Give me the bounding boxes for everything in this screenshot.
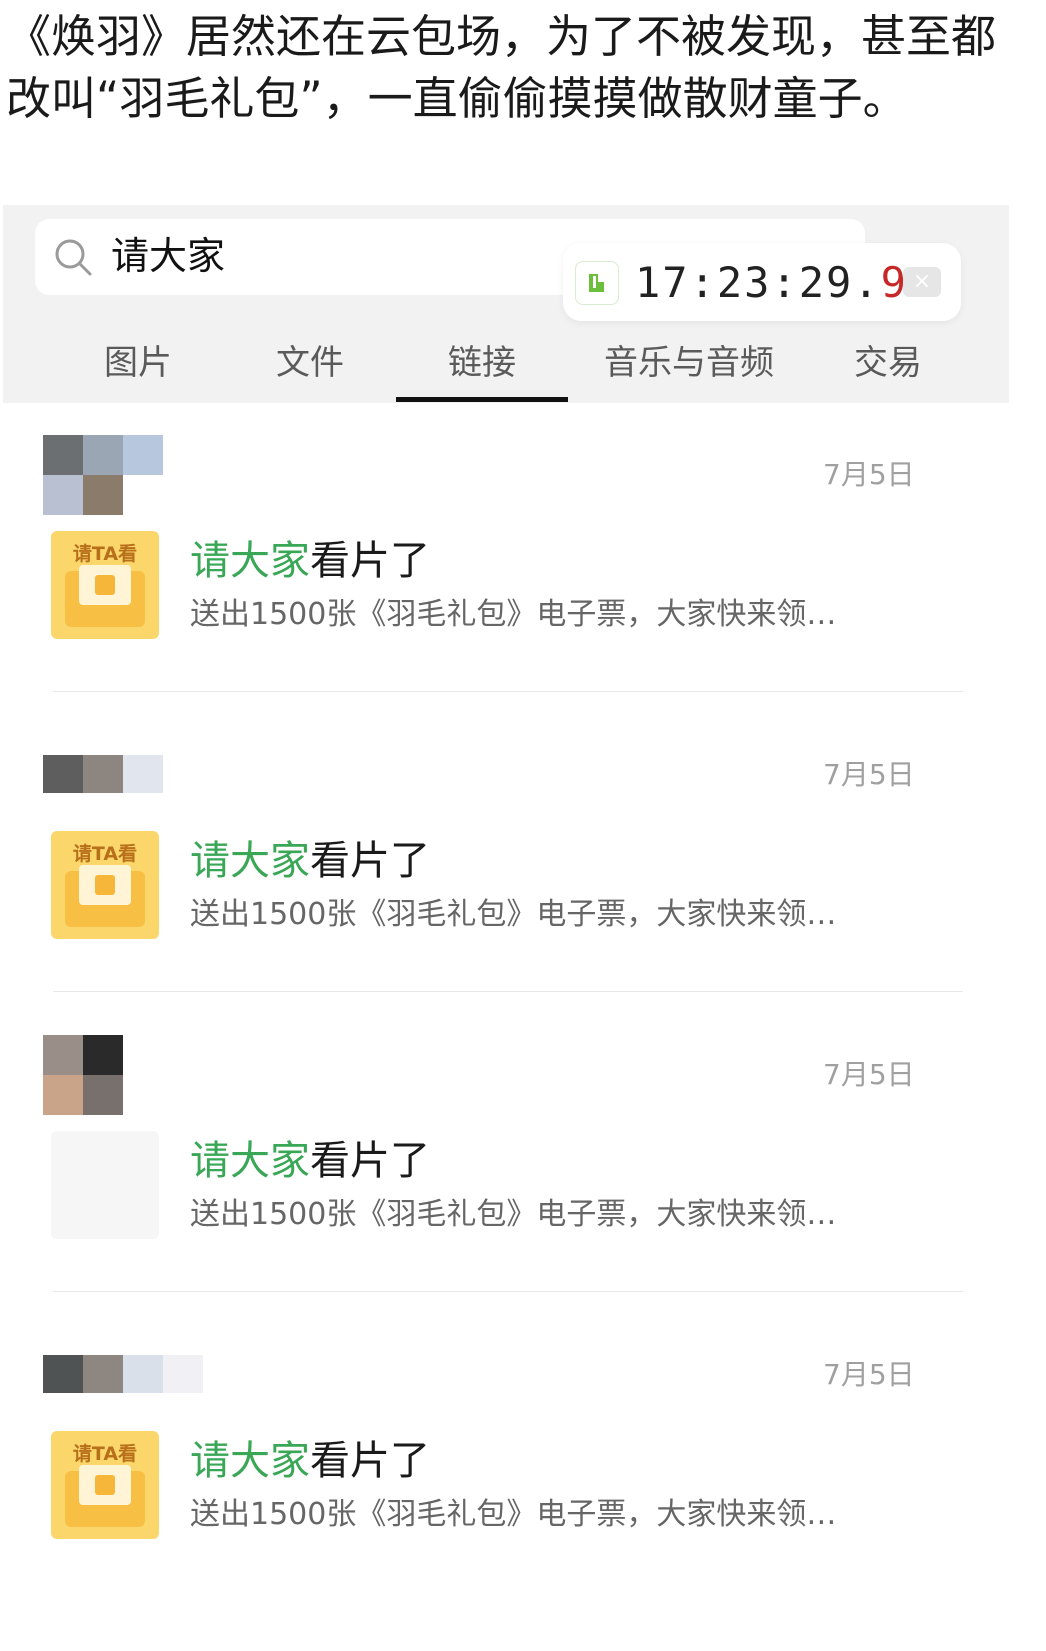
result-title: 请大家看片了 [190,835,430,887]
active-tab-indicator [396,397,568,402]
gift-icon [95,575,115,595]
gift-ticket-thumbnail: 请TA看 [51,531,159,639]
gift-icon [95,875,115,895]
title-highlight: 请大家 [190,1138,310,1184]
timestamp-value: 17:23:29.9 [635,257,908,309]
result-description: 送出1500张《羽毛礼包》电子票，大家快来领… [190,1197,837,1232]
tab-transactions[interactable]: 交易 [833,335,943,385]
list-item[interactable]: 7月5日 请TA看 请大家看片了 送出1500张《羽毛礼包》电子票，大家快来领… [3,403,1009,703]
gift-ticket-thumbnail: 请TA看 [51,831,159,939]
title-rest: 看片了 [310,1138,430,1184]
avatar [43,1335,203,1425]
avatar [43,735,203,825]
title-highlight: 请大家 [190,538,310,584]
title-rest: 看片了 [310,838,430,884]
search-header: 请大家 17:23:29.9 × 图片 文件 链接 音乐与音频 交易 [3,205,1009,403]
result-title: 请大家看片了 [190,1135,430,1187]
tab-files[interactable]: 文件 [245,335,375,385]
result-title: 请大家看片了 [190,535,430,587]
thumbnail-label: 请TA看 [72,543,138,565]
list-item[interactable]: 7月5日 请TA看 请大家看片了 送出1500张《羽毛礼包》电子票，大家快来领… [3,1303,1009,1603]
title-rest: 看片了 [310,1438,430,1484]
overlay-close-button[interactable]: × [903,267,941,297]
search-query: 请大家 [111,234,226,278]
tab-links[interactable]: 链接 [417,335,547,385]
link-thumbnail [51,1131,159,1239]
list-item[interactable]: 7月5日 请大家看片了 送出1500张《羽毛礼包》电子票，大家快来领… [3,1003,1009,1303]
timestamp-overlay: 17:23:29.9 × [563,243,961,321]
divider [53,1291,963,1292]
post-caption: 《焕羽》居然还在云包场，为了不被发现，甚至都改叫“羽毛礼包”，一直偷偷摸摸做散财… [6,10,997,125]
tab-music-audio[interactable]: 音乐与音频 [589,335,789,385]
avatar [43,435,203,525]
result-description: 送出1500张《羽毛礼包》电子票，大家快来领… [190,897,837,932]
thumbnail-label: 请TA看 [72,1443,138,1465]
result-date: 7月5日 [823,758,915,791]
result-date: 7月5日 [823,1358,915,1391]
divider [53,991,963,992]
title-rest: 看片了 [310,538,430,584]
gift-ticket-thumbnail: 请TA看 [51,1431,159,1539]
timestamp-main: 17:23:29. [635,258,881,307]
avatar [43,1035,203,1125]
search-icon [55,239,92,276]
thumbnail-label: 请TA看 [72,843,138,865]
gift-icon [95,1475,115,1495]
title-highlight: 请大家 [190,838,310,884]
chat-search-screenshot: 请大家 17:23:29.9 × 图片 文件 链接 音乐与音频 交易 7月5日 … [3,205,1009,1651]
result-description: 送出1500张《羽毛礼包》电子票，大家快来领… [190,1497,837,1532]
result-title: 请大家看片了 [190,1435,430,1487]
filter-tabs: 图片 文件 链接 音乐与音频 交易 [3,325,1009,403]
result-date: 7月5日 [823,458,915,491]
clock-app-logo-icon [575,261,619,305]
list-item[interactable]: 7月5日 请TA看 请大家看片了 送出1500张《羽毛礼包》电子票，大家快来领… [3,703,1009,1003]
divider [53,691,963,692]
result-date: 7月5日 [823,1058,915,1091]
result-description: 送出1500张《羽毛礼包》电子票，大家快来领… [190,597,837,632]
title-highlight: 请大家 [190,1438,310,1484]
tab-images[interactable]: 图片 [73,335,203,385]
